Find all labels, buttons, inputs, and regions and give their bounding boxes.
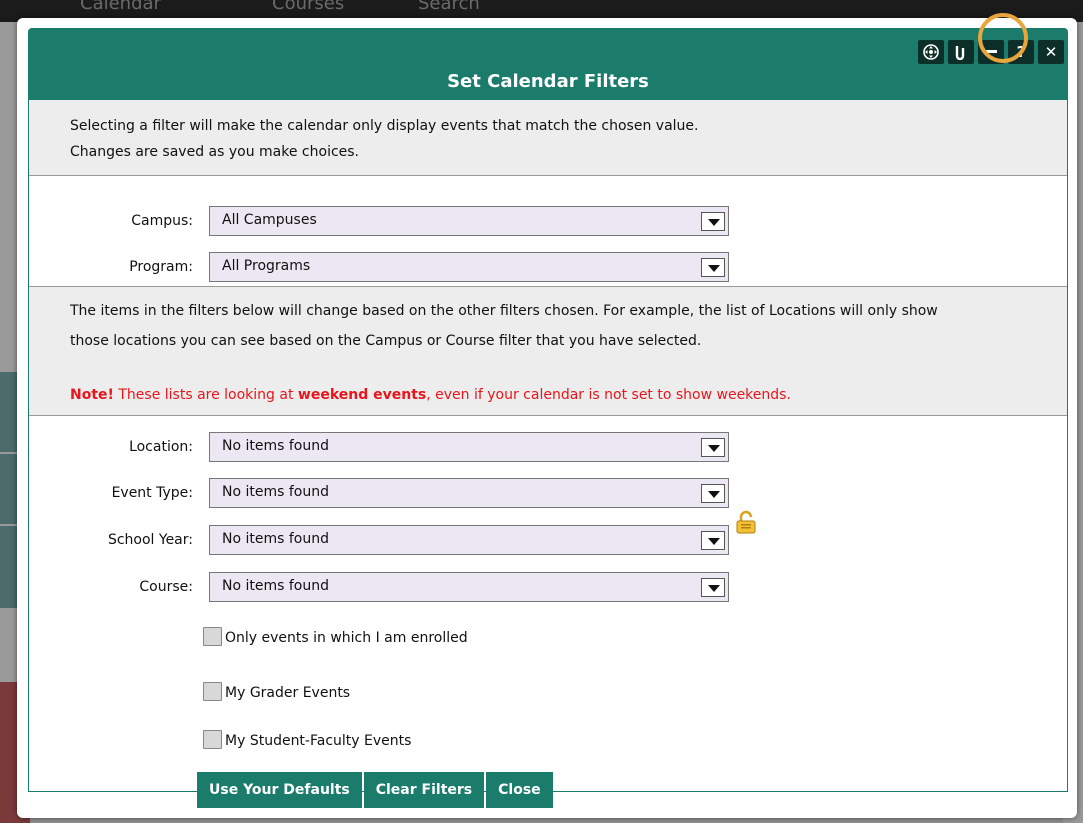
use-defaults-button[interactable]: Use Your Defaults [197, 772, 362, 808]
chevron-down-icon[interactable] [701, 484, 725, 503]
intro-line-2: Changes are saved as you make choices. [70, 144, 360, 160]
school-year-label: School Year: [107, 532, 193, 548]
grader-checkbox-label: My Grader Events [225, 685, 351, 701]
campus-value: All Campuses [222, 212, 317, 228]
info-panel: The items in the filters below will chan… [29, 286, 1067, 416]
close-icon[interactable]: ✕ [1038, 40, 1064, 64]
info-line-1: The items in the filters below will chan… [70, 303, 938, 319]
note-prefix: Note! [70, 387, 114, 403]
dialog-body: Selecting a filter will make the calenda… [28, 100, 1068, 808]
close-button[interactable]: Close [486, 772, 553, 808]
bg-tab-search: Search [418, 0, 480, 14]
note-text-after: , even if your calendar is not set to sh… [426, 387, 791, 403]
lock-icon[interactable] [734, 510, 758, 538]
program-value: All Programs [222, 258, 311, 274]
campus-label: Campus: [131, 213, 193, 229]
checkbox-row-student-faculty[interactable]: My Student-Faculty Events [203, 730, 411, 749]
enrolled-checkbox-label: Only events in which I am enrolled [225, 630, 468, 646]
chevron-down-icon[interactable] [701, 531, 725, 550]
weekend-note: Note! These lists are looking at weekend… [70, 387, 791, 403]
checkbox-row-grader[interactable]: My Grader Events [203, 682, 350, 701]
chevron-down-icon[interactable] [701, 212, 725, 231]
program-label: Program: [129, 259, 193, 275]
dialog-header: Set Calendar Filters ? ✕ [28, 28, 1068, 100]
calendar-filters-dialog: Set Calendar Filters ? ✕ Selecting a fil… [17, 13, 1077, 818]
note-bold: weekend events [297, 387, 427, 403]
campus-select[interactable]: All Campuses [209, 206, 729, 236]
chevron-down-icon[interactable] [701, 258, 725, 277]
note-text-before: These lists are looking at [113, 387, 298, 403]
bg-tab-calendar: Calendar [80, 0, 161, 14]
student-faculty-checkbox[interactable] [203, 730, 222, 749]
location-value: No items found [222, 438, 329, 454]
clear-filters-button[interactable]: Clear Filters [363, 772, 485, 808]
chevron-down-icon[interactable] [701, 578, 725, 597]
info-line-2: those locations you can see based on the… [70, 333, 702, 349]
chevron-down-icon[interactable] [701, 438, 725, 457]
location-label: Location: [129, 439, 193, 455]
student-faculty-checkbox-label: My Student-Faculty Events [225, 733, 412, 749]
intro-panel: Selecting a filter will make the calenda… [29, 100, 1067, 176]
enrolled-checkbox[interactable] [203, 627, 222, 646]
intro-line-1: Selecting a filter will make the calenda… [70, 118, 699, 134]
dialog-title: Set Calendar Filters [447, 71, 649, 92]
highlight-ring-annotation [978, 13, 1028, 63]
move-icon[interactable] [918, 40, 944, 64]
school-year-select[interactable]: No items found [209, 525, 729, 555]
course-label: Course: [139, 579, 193, 595]
course-value: No items found [222, 578, 329, 594]
checkbox-row-enrolled[interactable]: Only events in which I am enrolled [203, 627, 468, 646]
event-type-select[interactable]: No items found [209, 478, 729, 508]
grader-checkbox[interactable] [203, 682, 222, 701]
bg-tab-courses: Courses [272, 0, 345, 14]
event-type-value: No items found [222, 484, 329, 500]
undo-icon[interactable] [948, 40, 974, 64]
event-type-label: Event Type: [111, 485, 193, 501]
location-select[interactable]: No items found [209, 432, 729, 462]
school-year-value: No items found [222, 531, 329, 547]
course-select[interactable]: No items found [209, 572, 729, 602]
program-select[interactable]: All Programs [209, 252, 729, 282]
dialog-button-row: Use Your Defaults Clear Filters Close [197, 772, 553, 808]
